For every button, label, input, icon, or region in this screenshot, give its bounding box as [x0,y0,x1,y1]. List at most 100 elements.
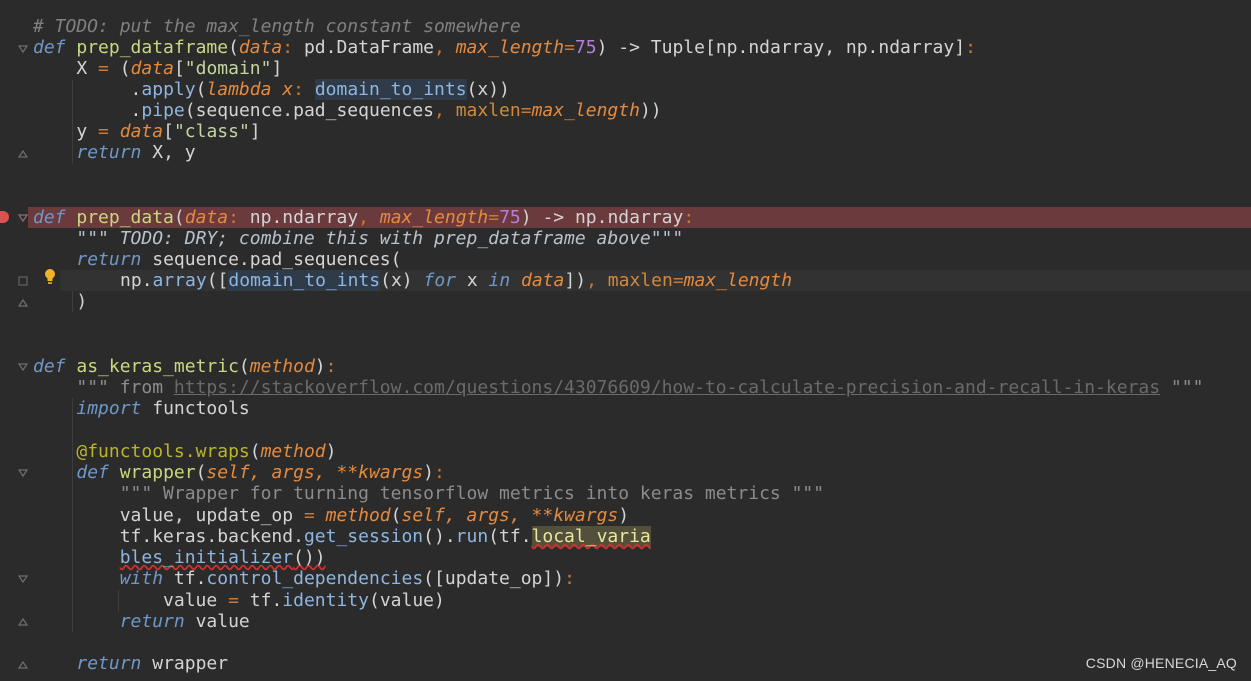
param: method [249,356,315,377]
code-line[interactable]: """ Wrapper for turning tensorflow metri… [0,483,1251,504]
number: 75 [499,207,521,228]
code-line[interactable]: # TODO: put the max_length constant some… [0,16,1251,37]
docstring: """ Wrapper for turning tensorflow metri… [119,483,825,504]
method: array [152,270,207,291]
argument: [update_op] [434,568,554,589]
kwarg-value: max_length [683,270,793,291]
error-token[interactable]: bles_initializer [120,547,293,568]
keyword: for [423,270,456,291]
keyword: in [488,270,511,291]
return-type: Tuple[np.ndarray, np.ndarray] [650,37,966,58]
code-line[interactable]: .apply(lambda x: domain_to_ints(x)) [0,79,1251,100]
function-call: sequence.pad_sequences [152,249,391,270]
keyword: return [76,142,142,163]
arguments: self, args, **kwargs [401,505,619,526]
keyword: def [33,37,66,58]
function-name: prep_data [76,207,174,228]
code-line[interactable]: def wrapper(self, args, **kwargs): [0,462,1251,483]
method: control_dependencies [206,568,424,589]
code-line[interactable]: y = data["class"] [0,121,1251,142]
keyword: return [76,653,142,674]
keyword: return [119,611,185,632]
fold-marker-icon[interactable] [18,276,28,286]
module: functools [152,398,250,419]
param: data [184,207,229,228]
code-line[interactable]: .pipe(sequence.pad_sequences, maxlen=max… [0,100,1251,121]
code-line[interactable]: @functools.wraps(method) [0,441,1251,462]
param-ref: data [521,270,565,291]
code-line[interactable]: def prep_dataframe(data: pd.DataFrame, m… [0,37,1251,58]
method: apply [141,79,196,100]
type-hint: pd.DataFrame [303,37,435,58]
param: x [282,79,294,100]
code-line[interactable]: import functools [0,398,1251,419]
kwarg-name: maxlen [607,270,673,291]
keyword: return [76,249,142,270]
param: max_length [455,37,565,58]
module: np [120,270,142,291]
function-name: as_keras_metric [76,356,239,377]
code-line[interactable]: X = (data["domain"] [0,58,1251,79]
type-hint: np.ndarray [249,207,359,228]
function-name: wrapper [119,462,196,483]
variable: X [76,58,88,79]
kwarg-value: max_length [531,100,640,121]
code-line[interactable]: return X, y [0,142,1251,163]
code-line[interactable]: bles_initializer()) [0,547,1251,568]
variables: value, update_op [119,505,294,526]
lightbulb-icon[interactable] [44,268,56,286]
code-line[interactable]: with tf.control_dependencies([update_op]… [0,568,1251,589]
module-path: tf.keras.backend. [119,526,304,547]
method: run [455,526,489,547]
keyword: import [76,398,142,419]
docstring-link[interactable]: https://stackoverflow.com/questions/4307… [174,377,1160,398]
param-ref: data [119,121,164,142]
string: "class" [173,121,250,142]
code-line[interactable]: value = tf.identity(value) [0,590,1251,611]
string: "domain" [184,58,272,79]
fold-arrow-icon[interactable] [18,213,28,223]
param: max_length [379,207,489,228]
param: data [238,37,283,58]
argument: value [379,590,435,611]
keyword: with [119,568,164,589]
return-values: X, y [152,142,196,163]
method: pipe [141,100,185,121]
function-name: prep_dataframe [76,37,229,58]
code-line[interactable]: ) [0,291,1251,312]
decorator: @functools.wraps [76,441,250,462]
code-line[interactable]: return sequence.pad_sequences( [0,249,1251,270]
module: tf. [499,526,532,547]
function-call: method [325,505,391,526]
watermark: CSDN @HENECIA_AQ [1085,655,1237,671]
code-line[interactable]: """ TODO: DRY; combine this with prep_da… [0,228,1251,249]
method: identity [282,590,369,611]
return-type: np.ndarray [574,207,684,228]
variable: wrapper [152,653,229,674]
param-ref: data [130,58,174,79]
argument: sequence.pad_sequences [195,100,435,121]
code-line[interactable]: return wrapper [0,653,1251,674]
paren: ) [76,291,88,312]
code-line[interactable]: def as_keras_metric(method): [0,356,1251,377]
docstring: """ [1160,377,1204,398]
code-line[interactable]: """ from https://stackoverflow.com/quest… [0,377,1251,398]
keyword: def [76,462,109,483]
warning-token[interactable]: local_varia [531,526,651,547]
code-editor[interactable]: # TODO: put the max_length constant some… [0,0,1251,681]
comment-text: # TODO: put the max_length constant some… [33,16,521,37]
keyword: lambda [206,79,272,100]
params: self, args, **kwargs [206,462,424,483]
variable: y [76,121,88,142]
docstring: """ TODO: DRY; combine this with prep_da… [76,228,684,249]
code-line[interactable]: return value [0,611,1251,632]
kwarg-name: maxlen [455,100,521,121]
breakpoint-line[interactable]: def prep_data(data: np.ndarray, max_leng… [28,207,1251,228]
keyword: def [33,356,66,377]
code-line[interactable]: value, update_op = method(self, args, **… [0,505,1251,526]
code-line[interactable]: tf.keras.backend.get_session().run(tf.lo… [0,526,1251,547]
module: tf. [173,568,207,589]
function-ref: domain_to_ints [228,270,381,291]
current-line[interactable]: np.array([domain_to_ints(x) for x in dat… [60,270,1251,291]
param-ref: method [260,441,326,462]
